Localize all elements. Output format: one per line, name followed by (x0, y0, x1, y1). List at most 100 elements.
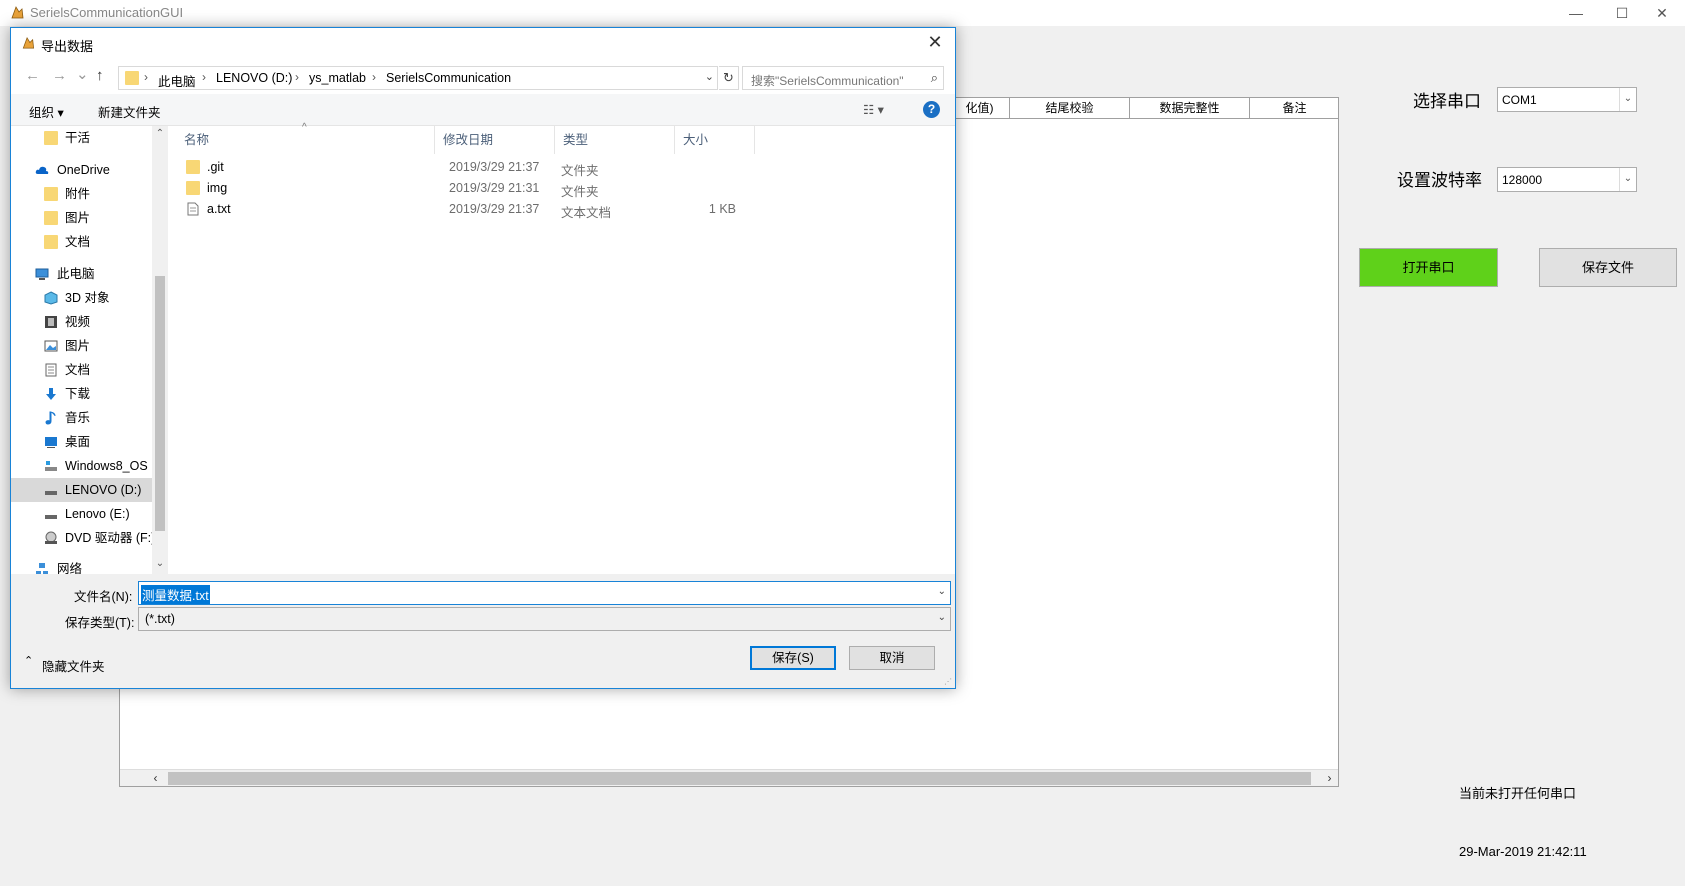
close-button[interactable]: ✕ (1639, 0, 1685, 26)
view-options-icon[interactable]: ☷ ▾ (863, 102, 884, 117)
file-row[interactable]: a.txt 2019/3/29 21:37 文本文档 1 KB (176, 199, 736, 220)
nav-item-lenovo-d[interactable]: LENOVO (D:) (11, 478, 152, 502)
chevron-right-icon: › (295, 70, 299, 84)
address-bar[interactable]: › 此电脑 › LENOVO (D:) › ys_matlab › Seriel… (118, 66, 718, 90)
nav-item-label: 附件 (65, 187, 91, 201)
scroll-thumb[interactable] (155, 276, 165, 531)
video-icon (45, 316, 57, 328)
baud-select[interactable]: 128000 ⌄ (1497, 167, 1637, 192)
drive-icon (45, 461, 57, 471)
nav-item-onedrive-documents[interactable]: 文档 (11, 230, 152, 254)
drive-icon (45, 491, 57, 495)
nav-item-pictures[interactable]: 图片 (11, 334, 152, 358)
nav-item-label: Lenovo (E:) (65, 507, 130, 521)
document-icon (45, 363, 57, 377)
column-header-tail-check[interactable]: 结尾校验 (1010, 98, 1130, 119)
resize-grip-icon[interactable]: ⋰ (944, 677, 952, 686)
main-titlebar: SerielsCommunicationGUI — ☐ ✕ (0, 0, 1685, 26)
recent-locations-icon[interactable]: ⌄ (76, 65, 89, 83)
open-port-button[interactable]: 打开串口 (1359, 248, 1498, 287)
help-icon[interactable]: ? (923, 101, 940, 118)
minimize-button[interactable]: — (1553, 0, 1599, 26)
save-button[interactable]: 保存(S) (750, 646, 836, 670)
nav-item-label: 文档 (65, 363, 91, 377)
hide-folders-toggle[interactable]: 隐藏文件夹 (42, 656, 105, 675)
window-title: SerielsCommunicationGUI (30, 5, 184, 20)
nav-item-this-pc[interactable]: 此电脑 (11, 262, 152, 286)
filename-label: 文件名(N): (74, 590, 133, 604)
chevron-down-icon[interactable]: ⌄ (938, 586, 946, 597)
file-date: 2019/3/29 21:37 (449, 160, 540, 174)
chevron-down-icon[interactable]: ⌄ (938, 612, 946, 623)
port-select[interactable]: COM1 ⌄ (1497, 87, 1637, 112)
search-placeholder: 搜索"SerielsCommunication" (751, 74, 904, 88)
scroll-thumb[interactable] (168, 772, 1311, 785)
navigation-pane: 干活 OneDrive 附件 图片 文档 此电脑 3D 对象 视频 图片 文档 … (11, 126, 168, 574)
nav-item-desktop[interactable]: 桌面 (11, 430, 152, 454)
column-header-notes[interactable]: 备注 (1250, 98, 1339, 119)
nav-item-dvd-drive[interactable]: DVD 驱动器 (F:) (11, 526, 156, 550)
forward-arrow-icon[interactable]: → (52, 67, 67, 84)
file-row[interactable]: .git 2019/3/29 21:37 文件夹 (176, 157, 736, 178)
port-value: COM1 (1502, 93, 1537, 107)
refresh-icon[interactable]: ↻ (719, 66, 739, 90)
column-header-type[interactable]: 类型 (555, 126, 675, 154)
dialog-close-button[interactable]: ✕ (915, 28, 955, 58)
breadcrumb-lenovo-d[interactable]: LENOVO (D:) (216, 71, 292, 85)
picture-icon (44, 340, 58, 352)
chevron-up-icon[interactable]: ⌃ (24, 654, 33, 667)
nav-item-label: 文档 (65, 235, 91, 249)
up-arrow-icon[interactable]: ↑ (96, 67, 104, 84)
chevron-right-icon: › (144, 70, 148, 84)
nav-item-label: 桌面 (65, 435, 91, 449)
nav-item-lenovo-e[interactable]: Lenovo (E:) (11, 502, 152, 526)
chevron-up-icon[interactable]: ⌃ (152, 128, 168, 139)
nav-item-label: 视频 (65, 315, 91, 329)
chevron-down-icon[interactable]: ⌄ (152, 558, 168, 569)
scroll-right-icon[interactable]: › (1321, 770, 1338, 787)
filename-input[interactable]: 测量数据.txt ⌄ (138, 581, 951, 605)
chevron-down-icon[interactable]: ⌄ (705, 70, 714, 83)
cloud-icon (35, 166, 49, 174)
organize-menu[interactable]: 组织 ▾ (29, 102, 64, 121)
search-input[interactable]: 搜索"SerielsCommunication" ⌕ (742, 66, 944, 90)
nav-item-windows8-os[interactable]: Windows8_OS (11, 454, 152, 478)
folder-icon (44, 235, 58, 249)
nav-item-onedrive-pictures[interactable]: 图片 (11, 206, 152, 230)
port-label: 选择串口 (1413, 92, 1481, 111)
filetype-select[interactable]: (*.txt) ⌄ (138, 607, 951, 631)
column-header-integrity[interactable]: 数据完整性 (1130, 98, 1250, 119)
scroll-left-icon[interactable]: ‹ (147, 770, 164, 787)
nav-item-label: 网络 (57, 562, 83, 574)
column-header-date[interactable]: 修改日期 (435, 126, 555, 154)
nav-item-documents[interactable]: 文档 (11, 358, 152, 382)
nav-item-label: 图片 (65, 339, 91, 353)
back-arrow-icon[interactable]: ← (25, 67, 40, 84)
nav-item-attachments[interactable]: 附件 (11, 182, 152, 206)
cancel-button[interactable]: 取消 (849, 646, 935, 670)
nav-item-label: DVD 驱动器 (F:) (65, 531, 156, 545)
column-header[interactable]: 化值) (950, 98, 1010, 119)
nav-item-network[interactable]: 网络 (11, 557, 152, 574)
breadcrumb-ys-matlab[interactable]: ys_matlab (309, 71, 366, 85)
breadcrumb-seriels-communication[interactable]: SerielsCommunication (386, 71, 511, 85)
nav-item-label: 此电脑 (57, 267, 95, 281)
nav-item-work[interactable]: 干活 (11, 126, 152, 150)
file-row[interactable]: img 2019/3/29 21:31 文件夹 (176, 178, 736, 199)
nav-scrollbar[interactable]: ⌃ ⌄ (152, 126, 168, 574)
breadcrumb-this-pc[interactable]: 此电脑 (158, 71, 196, 90)
column-header-name[interactable]: 名称 (176, 126, 435, 154)
column-header-size[interactable]: 大小 (675, 126, 755, 154)
file-date: 2019/3/29 21:31 (449, 181, 540, 195)
nav-item-onedrive[interactable]: OneDrive (11, 158, 152, 182)
nav-item-videos[interactable]: 视频 (11, 310, 152, 334)
new-folder-button[interactable]: 新建文件夹 (98, 102, 161, 121)
save-file-button[interactable]: 保存文件 (1539, 248, 1677, 287)
folder-icon (44, 131, 58, 145)
nav-item-music[interactable]: 音乐 (11, 406, 152, 430)
horizontal-scrollbar[interactable]: ‹ › (120, 769, 1338, 786)
file-type: 文本文档 (561, 206, 612, 220)
nav-item-label: 干活 (65, 131, 91, 145)
nav-item-3d-objects[interactable]: 3D 对象 (11, 286, 152, 310)
nav-item-downloads[interactable]: 下载 (11, 382, 152, 406)
